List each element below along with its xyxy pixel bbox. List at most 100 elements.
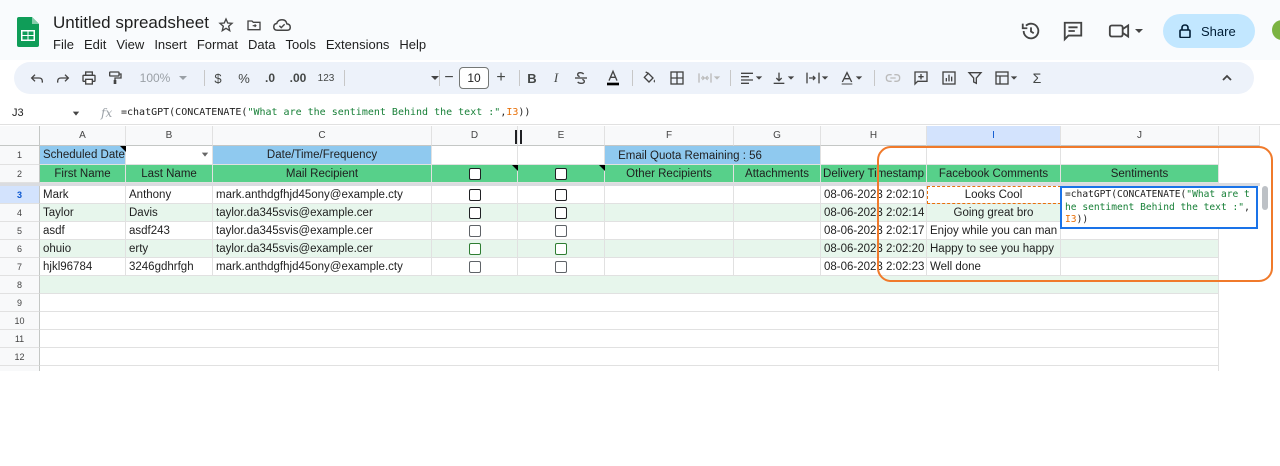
empty-row[interactable] (40, 312, 1219, 330)
row-checkbox[interactable] (555, 242, 567, 255)
decrease-font-size-button[interactable]: − (439, 62, 459, 94)
user-avatar[interactable] (1272, 20, 1280, 40)
table-row-cell-last[interactable]: Anthony (126, 186, 213, 204)
table-row-cell-first[interactable]: hjkl96784 (40, 258, 126, 276)
freeze-column-handle[interactable] (515, 130, 517, 144)
table-row-cell-e[interactable] (518, 222, 605, 240)
share-button[interactable]: Share (1163, 14, 1255, 48)
header-checkbox-d[interactable] (432, 165, 518, 183)
select-all-corner[interactable] (0, 126, 40, 146)
undo-button[interactable] (26, 62, 48, 94)
header-first-name[interactable]: First Name (40, 165, 126, 183)
functions-button[interactable]: Σ (1026, 62, 1048, 94)
table-row-cell-first[interactable]: Taylor (40, 204, 126, 222)
document-title[interactable]: Untitled spreadsheet (53, 13, 209, 33)
menu-edit[interactable]: Edit (84, 37, 106, 52)
row-header-12[interactable]: 12 (0, 348, 40, 366)
table-row-cell-e[interactable] (518, 186, 605, 204)
name-box[interactable]: J3 (12, 107, 24, 119)
collapse-toolbar-button[interactable] (1214, 62, 1240, 94)
table-row-cell-e[interactable] (518, 258, 605, 276)
insert-link-button[interactable] (882, 62, 904, 94)
cell-b1-dropdown[interactable] (126, 146, 213, 165)
table-row-cell-d[interactable] (432, 222, 518, 240)
table-row-cell-mail[interactable]: taylor.da345svis@example.cer (213, 204, 432, 222)
table-row-cell-f[interactable] (605, 240, 734, 258)
menu-help[interactable]: Help (399, 37, 426, 52)
table-row-cell-f[interactable] (605, 186, 734, 204)
row-checkbox[interactable] (468, 242, 481, 255)
table-row-cell-last[interactable]: erty (126, 240, 213, 258)
empty-row[interactable] (40, 294, 1219, 312)
name-box-dropdown-icon[interactable] (72, 111, 80, 117)
table-row-cell-e[interactable] (518, 204, 605, 222)
row-header-13[interactable]: 13 (0, 366, 40, 371)
increase-font-size-button[interactable]: + (491, 62, 511, 94)
table-row-cell-d[interactable] (432, 258, 518, 276)
table-row-cell-d[interactable] (432, 186, 518, 204)
font-family-select[interactable] (354, 62, 440, 94)
header-checkbox-e[interactable] (518, 165, 605, 183)
table-row-cell-mail[interactable]: taylor.da345svis@example.cer (213, 240, 432, 258)
row-checkbox[interactable] (555, 224, 567, 237)
vertical-align-button[interactable] (768, 62, 798, 94)
table-row-cell-g[interactable] (734, 258, 821, 276)
row-checkbox[interactable] (555, 188, 567, 201)
comments-icon[interactable] (1062, 20, 1084, 42)
formula-input[interactable]: =chatGPT(CONCATENATE("What are the senti… (121, 107, 530, 118)
decrease-decimal-button[interactable]: .0 (260, 62, 280, 94)
menu-tools[interactable]: Tools (285, 37, 315, 52)
row-header-8[interactable]: 8 (0, 276, 40, 294)
table-row-cell-g[interactable] (734, 186, 821, 204)
row-checkbox[interactable] (555, 206, 567, 219)
empty-row[interactable] (40, 348, 1219, 366)
insert-chart-button[interactable] (938, 62, 960, 94)
redo-button[interactable] (52, 62, 74, 94)
empty-row[interactable] (40, 330, 1219, 348)
header-last-name[interactable]: Last Name (126, 165, 213, 183)
currency-button[interactable]: $ (208, 62, 228, 94)
table-row-cell-last[interactable]: 3246gdhrfgh (126, 258, 213, 276)
column-header-e[interactable]: E (518, 126, 605, 146)
menu-view[interactable]: View (116, 37, 144, 52)
freeze-column-handle[interactable] (520, 130, 522, 144)
table-row-cell-d[interactable] (432, 204, 518, 222)
table-row-cell-e[interactable] (518, 240, 605, 258)
row-header-1[interactable]: 1 (0, 146, 40, 165)
column-header-d[interactable]: D (432, 126, 518, 146)
table-row-cell-first[interactable]: Mark (40, 186, 126, 204)
header-checkbox[interactable] (468, 167, 481, 180)
header-attachments[interactable]: Attachments (734, 165, 821, 183)
table-row-cell-f[interactable] (605, 258, 734, 276)
menu-data[interactable]: Data (248, 37, 275, 52)
column-header-f[interactable]: F (605, 126, 734, 146)
menu-file[interactable]: File (53, 37, 74, 52)
table-row-cell-f[interactable] (605, 222, 734, 240)
insert-comment-button[interactable] (910, 62, 932, 94)
row-checkbox[interactable] (468, 260, 481, 273)
table-row-cell-last[interactable]: asdf243 (126, 222, 213, 240)
table-row-cell-last[interactable]: Davis (126, 204, 213, 222)
row-header-4[interactable]: 4 (0, 204, 40, 222)
move-folder-icon[interactable] (244, 15, 264, 35)
cell-c1[interactable]: Date/Time/Frequency (213, 146, 432, 165)
column-header-c[interactable]: C (213, 126, 432, 146)
table-row-cell-g[interactable] (734, 222, 821, 240)
table-row-cell-mail[interactable]: mark.anthdgfhjd45ony@example.cty (213, 258, 432, 276)
row-checkbox[interactable] (468, 224, 481, 237)
sheets-logo-icon[interactable] (17, 17, 39, 47)
text-color-button[interactable] (602, 62, 624, 94)
row-header-3[interactable]: 3 (0, 186, 40, 204)
column-header-k[interactable] (1219, 126, 1260, 146)
row-header-7[interactable]: 7 (0, 258, 40, 276)
table-row-cell-first[interactable]: ohuio (40, 240, 126, 258)
row-checkbox[interactable] (468, 206, 481, 219)
column-header-h[interactable]: H (821, 126, 927, 146)
filter-views-button[interactable] (990, 62, 1022, 94)
bold-button[interactable]: B (522, 62, 542, 94)
table-row-cell-first[interactable]: asdf (40, 222, 126, 240)
text-rotation-button[interactable] (836, 62, 866, 94)
row-header-2[interactable]: 2 (0, 165, 40, 183)
row-checkbox[interactable] (555, 260, 567, 273)
table-row-cell-mail[interactable]: mark.anthdgfhjd45ony@example.cty (213, 186, 432, 204)
